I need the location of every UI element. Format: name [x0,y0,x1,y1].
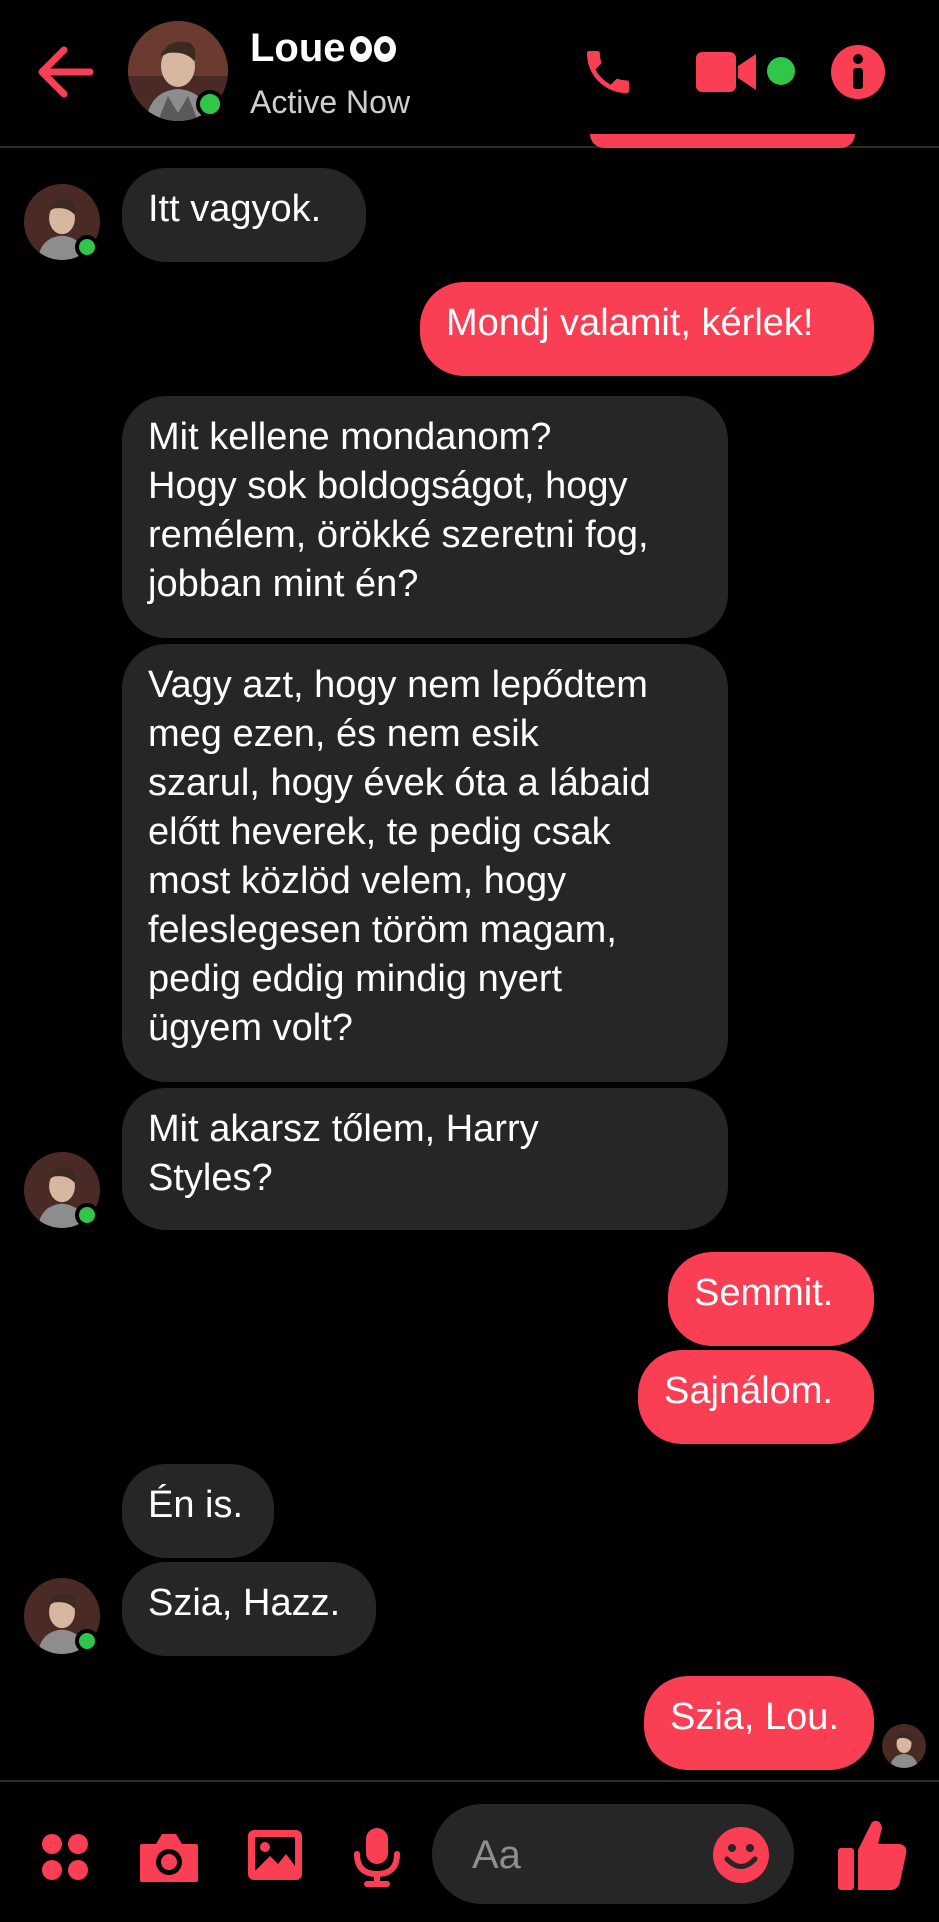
message-incoming[interactable]: Én is. [122,1464,274,1558]
message-incoming[interactable]: Mit akarsz tőlem, Harry Styles? [122,1088,728,1230]
gallery-button[interactable] [246,1828,304,1882]
emoji-icon [713,1827,769,1883]
message-incoming[interactable]: Mit kellene mondanom? Hogy sok boldogság… [122,396,728,638]
message-incoming[interactable]: Vagy azt, hogy nem lepődtem meg ezen, és… [122,644,728,1082]
apps-icon [42,1834,88,1880]
camera-icon [140,1834,198,1882]
message-composer[interactable] [432,1804,794,1904]
thumbs-up-icon [838,1820,907,1890]
video-active-indicator [767,57,795,85]
message-input[interactable] [470,1828,694,1882]
like-button[interactable] [836,1816,908,1892]
gallery-icon [248,1830,302,1880]
camera-button[interactable] [138,1830,200,1884]
previous-message-edge [590,134,855,148]
message-outgoing[interactable]: Szia, Lou. [644,1676,874,1770]
video-call-button[interactable] [696,50,758,94]
message-outgoing[interactable]: Mondj valamit, kérlek! [420,282,874,376]
chat-header: Loue Active Now [0,0,939,148]
back-button[interactable] [34,42,100,102]
contact-name[interactable]: Loue [250,26,396,71]
voice-message-button[interactable] [352,1826,402,1888]
online-indicator [75,1203,99,1227]
message-incoming[interactable]: Itt vagyok. [122,168,366,262]
info-button[interactable] [830,44,886,100]
phone-icon [587,51,629,93]
microphone-icon [354,1828,400,1887]
info-icon [831,45,885,99]
contact-status: Active Now [250,84,411,120]
message-outgoing[interactable]: Semmit. [668,1252,874,1346]
arrow-left-icon [38,46,94,98]
video-camera-icon [696,52,756,92]
message-outgoing[interactable]: Sajnálom. [638,1350,874,1444]
emoji-button[interactable] [712,1826,770,1884]
apps-button[interactable] [40,1832,90,1882]
online-indicator [75,235,99,259]
online-indicator [196,90,224,118]
eyes-emoji-icon [349,35,396,62]
voice-call-button[interactable] [578,44,638,100]
online-indicator [75,1629,99,1653]
message-incoming[interactable]: Szia, Hazz. [122,1562,376,1656]
seen-receipt-avatar [882,1724,926,1768]
